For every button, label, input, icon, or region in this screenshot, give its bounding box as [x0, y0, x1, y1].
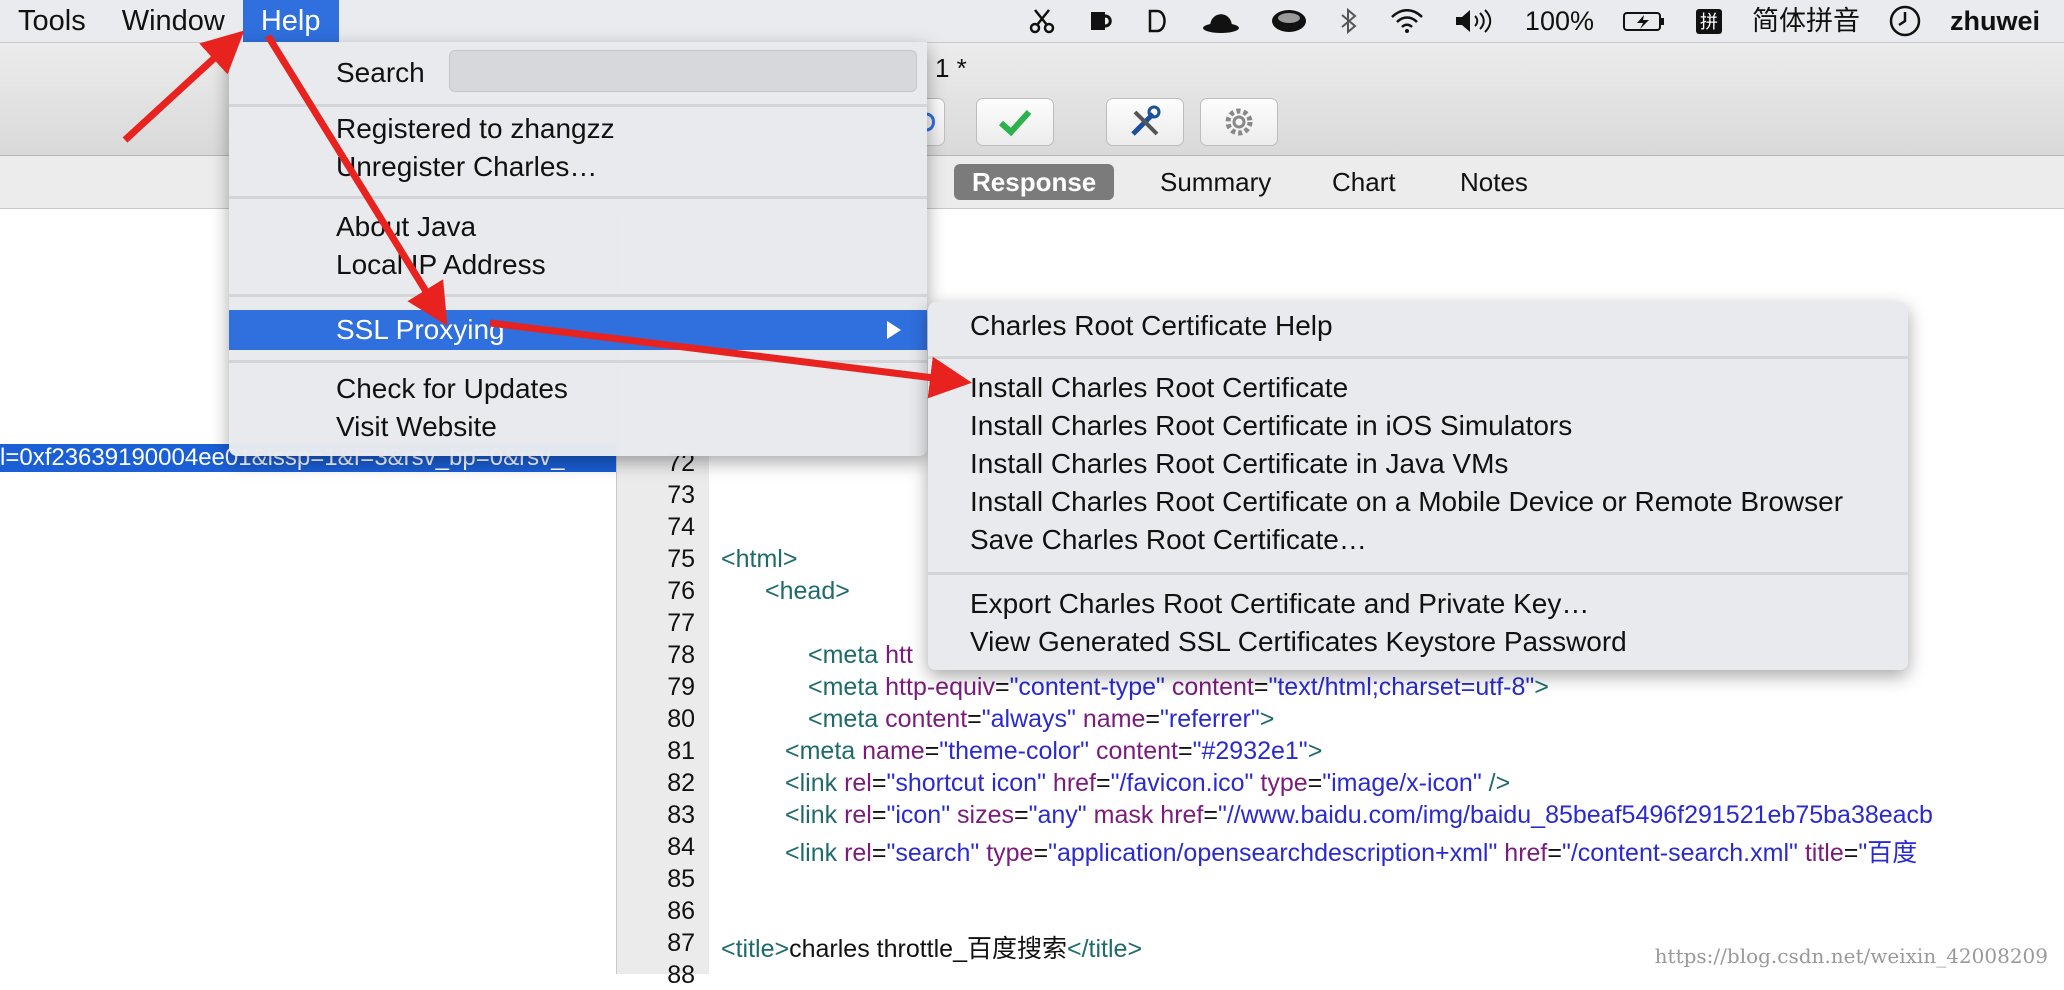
line-number: 78 — [667, 641, 695, 669]
line-number: 76 — [667, 577, 695, 605]
menu-help[interactable]: Help — [242, 0, 339, 42]
status-area: 100% 拼 简体拼音 zhuwei — [1013, 0, 2054, 42]
menu-separator — [229, 360, 927, 363]
help-search-input[interactable] — [449, 50, 917, 92]
d-icon[interactable] — [1129, 0, 1187, 42]
menu-item-unregister[interactable]: Unregister Charles… — [336, 148, 597, 186]
code-line-79: <meta http-equiv="content-type" content=… — [808, 673, 1549, 701]
menu-item-local-ip[interactable]: Local IP Address — [336, 246, 546, 284]
line-number: 82 — [667, 769, 695, 797]
submenu-arrow-icon — [887, 321, 901, 339]
mug-icon[interactable] — [1071, 0, 1129, 42]
submenu-item-view-keystore[interactable]: View Generated SSL Certificates Keystore… — [970, 623, 1627, 661]
line-number: 87 — [667, 929, 695, 957]
menu-item-ssl-proxying[interactable]: SSL Proxying — [229, 310, 927, 350]
coffee-icon[interactable] — [1255, 0, 1323, 42]
tab-notes[interactable]: Notes — [1442, 164, 1546, 200]
menu-item-check-updates[interactable]: Check for Updates — [336, 370, 568, 408]
validate-button[interactable] — [976, 98, 1054, 146]
submenu-item-save-cert[interactable]: Save Charles Root Certificate… — [970, 521, 1367, 559]
menu-separator — [229, 196, 927, 199]
line-number: 83 — [667, 801, 695, 829]
code-line-82: <link rel="shortcut icon" href="/favicon… — [785, 769, 1511, 797]
code-line-87: <title>charles throttle_百度搜索</title> — [721, 935, 1143, 963]
tools-button[interactable] — [1106, 98, 1184, 146]
submenu-item-install-mobile[interactable]: Install Charles Root Certificate on a Mo… — [970, 483, 1843, 521]
submenu-item-install-cert[interactable]: Install Charles Root Certificate — [970, 369, 1348, 407]
watermark: https://blog.csdn.net/weixin_42008209 — [1654, 944, 2048, 968]
line-number: 81 — [667, 737, 695, 765]
line-number: 74 — [667, 513, 695, 541]
menu-bar: Tools Window Help 100% 拼 简体拼音 zhuwei — [0, 0, 2064, 43]
code-line-80: <meta content="always" name="referrer"> — [808, 705, 1275, 733]
bluetooth-icon[interactable] — [1323, 0, 1375, 42]
line-number: 79 — [667, 673, 695, 701]
battery-icon[interactable] — [1608, 0, 1680, 42]
menu-window[interactable]: Window — [104, 0, 243, 42]
menu-separator — [229, 104, 927, 107]
battery-percent: 100% — [1524, 6, 1594, 36]
user-name[interactable]: zhuwei — [1936, 0, 2054, 42]
line-number: 88 — [667, 961, 695, 989]
menu-separator — [229, 294, 927, 297]
menu-item-about-java[interactable]: About Java — [336, 208, 476, 246]
submenu-item-cert-help[interactable]: Charles Root Certificate Help — [970, 307, 1333, 345]
line-number: 75 — [667, 545, 695, 573]
code-line-78: <meta htt — [808, 641, 913, 669]
code-line-81: <meta name="theme-color" content="#2932e… — [785, 737, 1323, 765]
code-line-76: <head> — [765, 577, 850, 605]
line-number: 73 — [667, 481, 695, 509]
menu-tools[interactable]: Tools — [0, 0, 104, 42]
code-line-83: <link rel="icon" sizes="any" mask href="… — [785, 801, 1933, 829]
line-number: 84 — [667, 833, 695, 861]
ssl-proxying-submenu: Charles Root Certificate Help Install Ch… — [928, 302, 1908, 670]
line-number: 86 — [667, 897, 695, 925]
settings-button[interactable] — [1200, 98, 1278, 146]
input-method-label[interactable]: 简体拼音 — [1738, 0, 1874, 42]
tab-chart[interactable]: Chart — [1314, 164, 1414, 200]
volume-icon[interactable] — [1439, 0, 1511, 42]
submenu-item-export-key[interactable]: Export Charles Root Certificate and Priv… — [970, 585, 1589, 623]
wifi-icon[interactable] — [1375, 0, 1439, 42]
line-number: 85 — [667, 865, 695, 893]
tab-summary[interactable]: Summary — [1142, 164, 1289, 200]
menu-search-label: Search — [336, 57, 425, 88]
scissors-icon[interactable] — [1013, 0, 1071, 42]
hat-icon[interactable] — [1187, 0, 1255, 42]
svg-text:拼: 拼 — [1700, 12, 1718, 33]
menu-item-registered: Registered to zhangzz — [336, 113, 615, 144]
menu-separator — [928, 572, 1908, 575]
pinyin-icon[interactable]: 拼 — [1680, 0, 1738, 42]
line-number: 77 — [667, 609, 695, 637]
menu-item-ssl-label: SSL Proxying — [336, 314, 505, 345]
menu-separator — [928, 356, 1908, 359]
submenu-item-install-ios[interactable]: Install Charles Root Certificate in iOS … — [970, 407, 1572, 445]
window-title: 1 * — [935, 53, 967, 83]
clock-icon[interactable] — [1874, 0, 1936, 42]
submenu-item-install-java[interactable]: Install Charles Root Certificate in Java… — [970, 445, 1508, 483]
menu-item-visit-website[interactable]: Visit Website — [336, 408, 497, 446]
help-menu-dropdown: Search Registered to zhangzz Unregister … — [229, 42, 927, 456]
code-line-75: <html> — [721, 545, 798, 573]
tab-response[interactable]: Response — [954, 164, 1115, 200]
code-line-84: <link rel="search" type="application/ope… — [785, 839, 1918, 867]
line-number: 80 — [667, 705, 695, 733]
